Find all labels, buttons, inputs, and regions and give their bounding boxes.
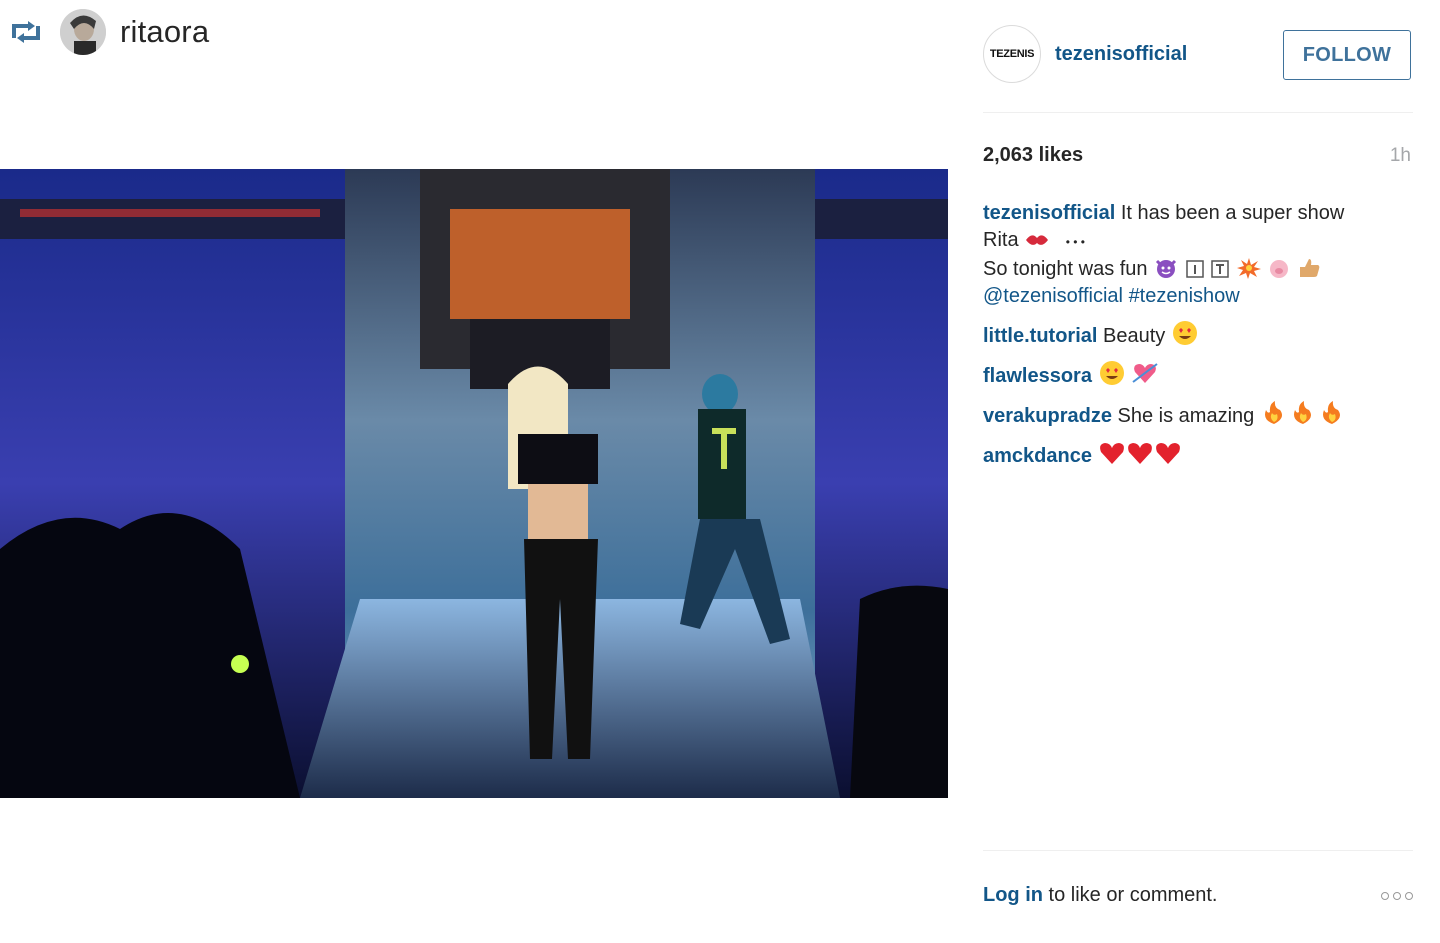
heart-eyes-icon <box>1099 361 1124 385</box>
comments-list: tezenisofficial It has been a super show… <box>983 200 1413 480</box>
login-prompt: Log in to like or comment. <box>983 884 1218 907</box>
caption: tezenisofficial It has been a super show… <box>983 200 1413 310</box>
comment-item: little.tutorial Beauty <box>983 320 1413 350</box>
repost-header: ritaora <box>8 6 209 58</box>
caption-line3: So tonight was fun <box>983 258 1148 280</box>
author-logo-text: TEZENIS <box>989 48 1035 60</box>
comment-item: flawlessora <box>983 360 1413 390</box>
login-link[interactable]: Log in <box>983 884 1043 906</box>
caption-username[interactable]: tezenisofficial <box>983 202 1115 224</box>
post-footer: Log in to like or comment. <box>983 884 1413 907</box>
comment-username[interactable]: flawlessora <box>983 365 1092 387</box>
comment-item: verakupradze She is amazing <box>983 400 1413 430</box>
red-heart-icons <box>1099 443 1180 464</box>
devil-face-icon <box>1156 259 1177 278</box>
comment-username[interactable]: amckdance <box>983 445 1092 467</box>
info-box-icon <box>1185 260 1204 278</box>
caption-mention[interactable]: @tezenisofficial <box>983 285 1123 307</box>
footer-divider <box>983 850 1413 851</box>
header-divider <box>983 112 1413 113</box>
fire-icons <box>1264 401 1340 424</box>
likes-row: 2,063 likes 1h <box>983 144 1411 167</box>
author-avatar[interactable]: TEZENIS <box>983 25 1041 83</box>
caption-line1: It has been a super show <box>1120 202 1345 224</box>
post-details-panel: TEZENIS tezenisofficial FOLLOW 2,063 lik… <box>983 0 1413 943</box>
comment-item: amckdance <box>983 440 1413 470</box>
repost-username[interactable]: ritaora <box>120 14 209 50</box>
caption-hashtag[interactable]: #tezenishow <box>1129 285 1240 307</box>
t-box-icon <box>1211 260 1229 278</box>
follow-button[interactable]: FOLLOW <box>1283 30 1411 80</box>
comment-text: She is amazing <box>1117 405 1255 427</box>
post-photo[interactable] <box>0 169 948 798</box>
post-header: TEZENIS tezenisofficial FOLLOW <box>983 24 1413 84</box>
pig-face-icon <box>1270 260 1289 278</box>
comment-username[interactable]: verakupradze <box>983 405 1112 427</box>
login-rest: to like or comment. <box>1048 884 1218 906</box>
concert-stage-photo <box>0 169 948 798</box>
more-options-icon[interactable] <box>1381 891 1413 900</box>
collision-icon <box>1236 258 1261 279</box>
author-username[interactable]: tezenisofficial <box>1055 43 1187 66</box>
heart-eyes-icon <box>1172 321 1197 345</box>
caption-dots: • • • <box>1065 235 1085 249</box>
comment-username[interactable]: little.tutorial <box>983 325 1097 347</box>
heart-with-arrow-icon <box>1132 363 1158 383</box>
comment-text: Beauty <box>1103 325 1166 347</box>
thumbs-up-icon <box>1299 259 1320 277</box>
kiss-lips-icon <box>1026 235 1049 245</box>
caption-line2: Rita <box>983 229 1019 251</box>
repost-user-avatar[interactable] <box>60 9 106 55</box>
repost-icon <box>12 21 40 43</box>
likes-count[interactable]: 2,063 likes <box>983 144 1083 167</box>
post-time[interactable]: 1h <box>1390 145 1411 167</box>
